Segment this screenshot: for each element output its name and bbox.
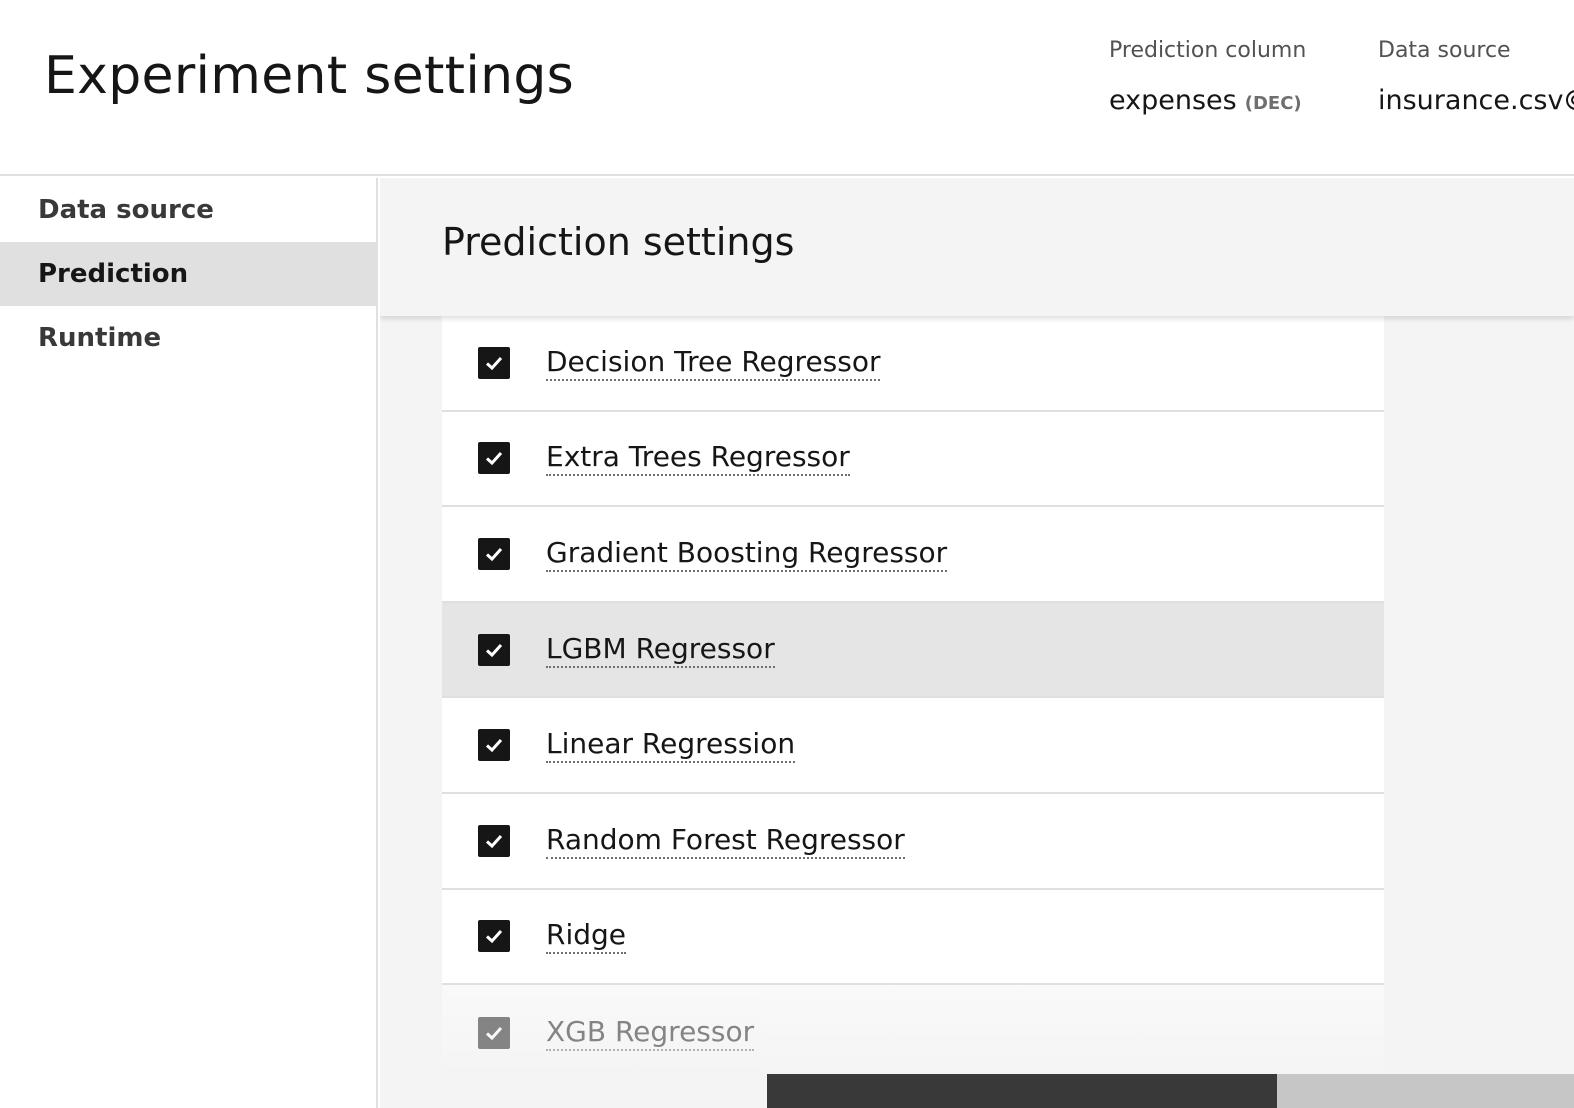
algorithm-label: Decision Tree Regressor <box>546 345 881 381</box>
data-source-value: insurance.csv <box>1378 85 1564 116</box>
algorithm-label: Extra Trees Regressor <box>546 440 850 477</box>
checkmark-icon <box>485 547 503 562</box>
list-item[interactable]: Linear Regression <box>442 698 1384 794</box>
page-title: Experiment settings <box>44 46 575 106</box>
algorithm-label: Linear Regression <box>546 727 796 764</box>
list-item[interactable]: XGB Regressor <box>442 985 1384 1081</box>
sidebar-item-data-source[interactable]: Data source <box>0 178 376 242</box>
section-title: Prediction settings <box>442 220 795 264</box>
list-item[interactable]: Extra Trees Regressor <box>442 411 1384 508</box>
checkmark-icon <box>485 643 503 657</box>
data-source-info: Data source insurance.csv <box>1378 38 1574 116</box>
list-item[interactable]: LGBM Regressor <box>442 602 1384 699</box>
data-source-label: Data source <box>1378 38 1511 63</box>
list-item[interactable]: Decision Tree Regressor <box>442 316 1384 412</box>
algorithm-checkbox[interactable] <box>478 729 510 762</box>
list-item[interactable]: Random Forest Regressor <box>442 793 1384 890</box>
checkmark-icon <box>485 452 503 466</box>
settings-sidebar: Data source Prediction Runtime <box>0 178 378 1108</box>
checkmark-icon <box>485 356 503 370</box>
prediction-column-info: Prediction column expenses (DEC) <box>1109 38 1306 116</box>
algorithm-checkbox[interactable] <box>478 442 510 475</box>
algorithm-label: Gradient Boosting Regressor <box>546 536 948 572</box>
prediction-column-value-row: expenses (DEC) <box>1109 85 1306 116</box>
checkmark-icon <box>485 834 503 848</box>
bottom-action-bar <box>767 1074 1574 1108</box>
algorithm-checkbox[interactable] <box>478 633 510 666</box>
section-header: Prediction settings <box>380 178 1574 316</box>
data-source-value-row: insurance.csv <box>1378 85 1574 116</box>
page-header: Experiment settings Prediction column ex… <box>0 0 1574 176</box>
algorithm-label: LGBM Regressor <box>546 632 775 668</box>
list-item[interactable]: Gradient Boosting Regressor <box>442 507 1384 603</box>
algorithm-checkbox[interactable] <box>478 920 510 953</box>
algorithm-checkbox[interactable] <box>478 346 510 379</box>
algorithm-checkbox[interactable] <box>478 537 510 570</box>
primary-action-button[interactable] <box>767 1074 1277 1108</box>
algorithm-label: XGB Regressor <box>546 1015 755 1051</box>
algorithm-checkbox[interactable] <box>478 1016 510 1049</box>
checkmark-icon <box>485 930 503 944</box>
prediction-column-value: expenses <box>1109 85 1237 116</box>
sidebar-item-prediction[interactable]: Prediction <box>0 242 376 306</box>
sidebar-item-runtime[interactable]: Runtime <box>0 306 376 370</box>
checkmark-icon <box>485 739 503 753</box>
prediction-column-label: Prediction column <box>1109 38 1307 63</box>
algorithm-list: Decision Tree Regressor Extra Trees Regr… <box>442 316 1384 1081</box>
algorithm-label: Random Forest Regressor <box>546 823 905 859</box>
view-icon[interactable] <box>1565 87 1574 110</box>
secondary-action-button[interactable] <box>1277 1074 1574 1108</box>
prediction-column-type: (DEC) <box>1244 93 1302 114</box>
algorithm-label: Ridge <box>546 918 627 955</box>
checkmark-icon <box>485 1026 503 1041</box>
algorithm-checkbox[interactable] <box>478 824 510 857</box>
list-item[interactable]: Ridge <box>442 889 1384 986</box>
main-content: Prediction settings Decision Tree Regres… <box>380 178 1574 1108</box>
